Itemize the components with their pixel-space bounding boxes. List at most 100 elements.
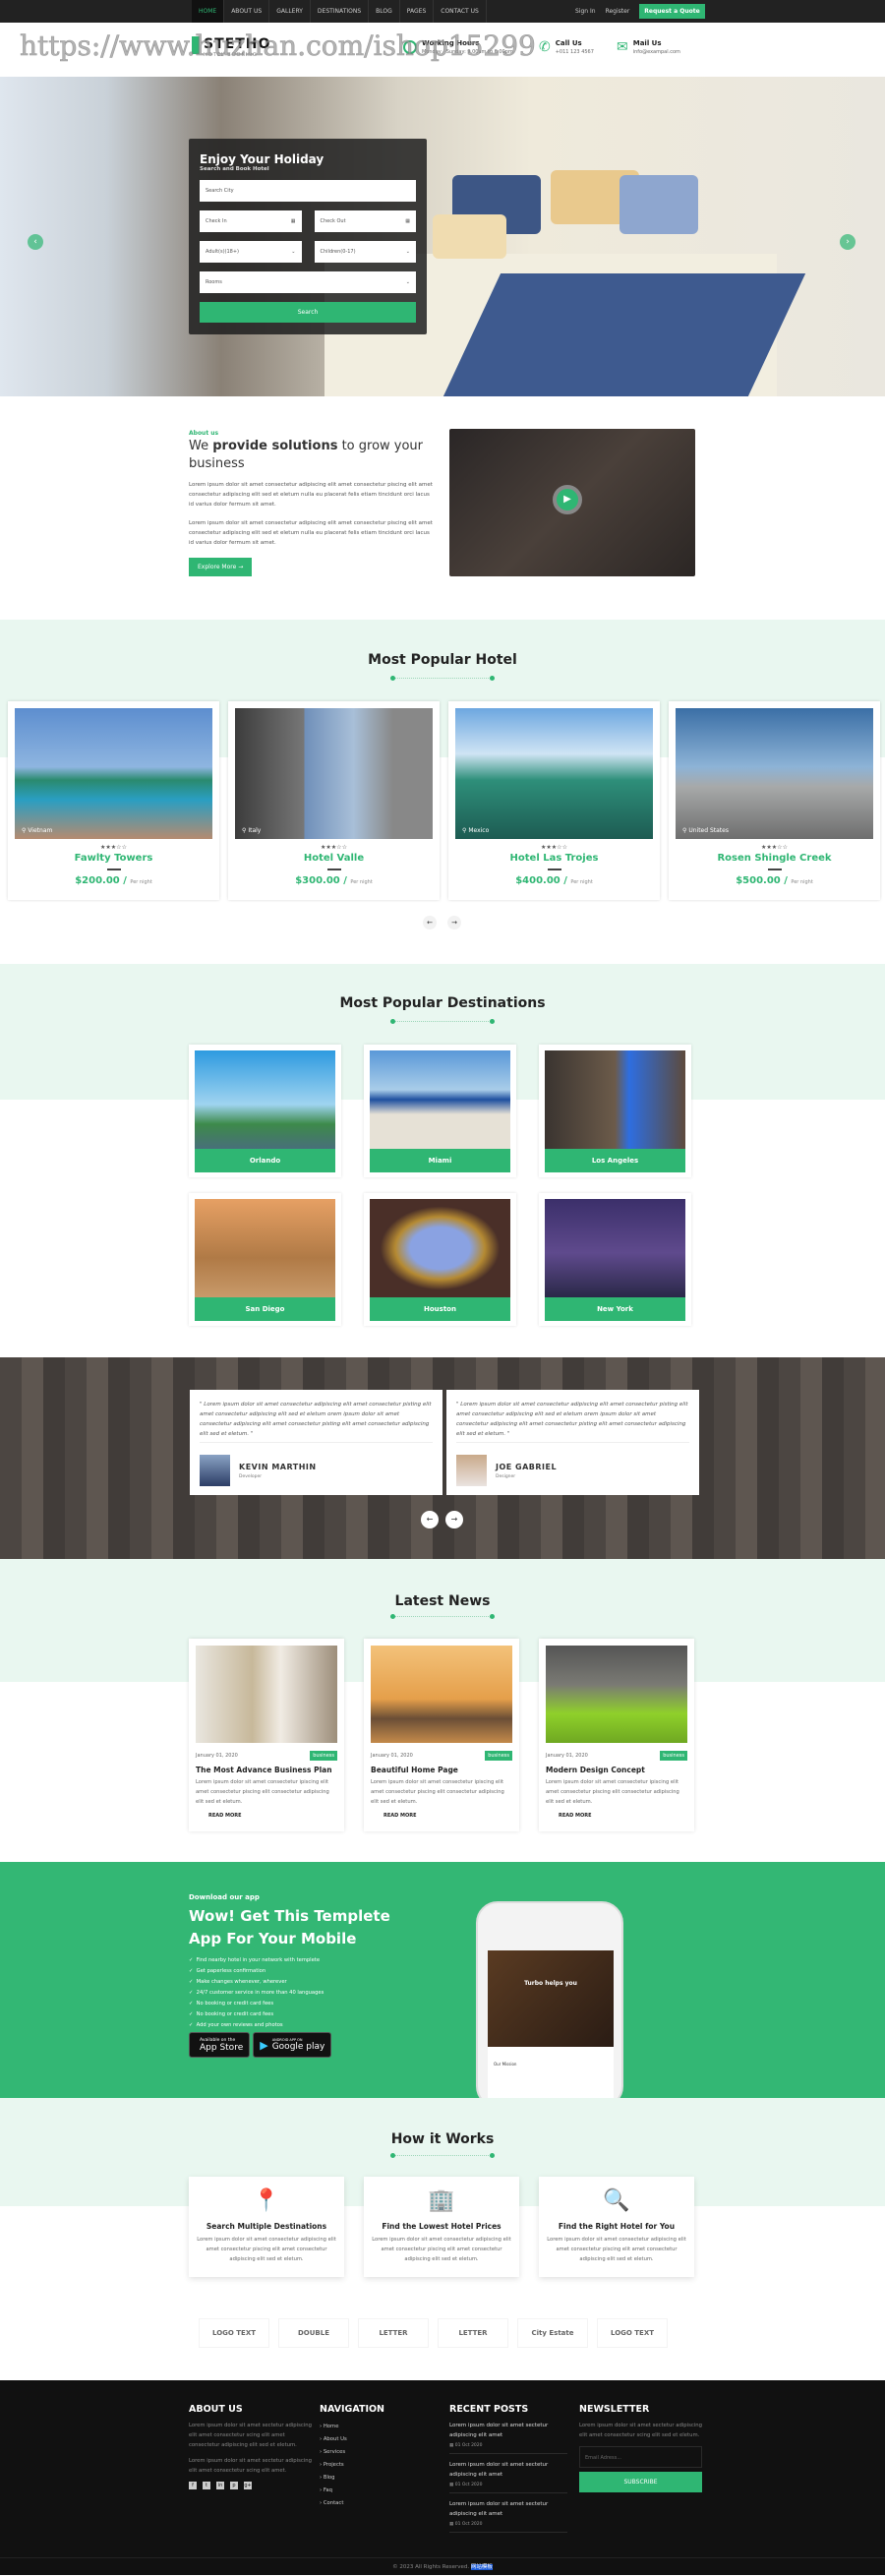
testimonial-next-arrow[interactable]: → (445, 1511, 463, 1528)
news-title[interactable]: The Most Advance Business Plan (196, 1766, 337, 1774)
app-store-button[interactable]: Available on the App Store (189, 2032, 251, 2058)
hotel-card[interactable]: ⚲ Mexico ★★★☆☆ Hotel Las Trojes $400.00 … (448, 701, 660, 900)
news-card[interactable]: January 01, 2020 business Beautiful Home P… (364, 1639, 519, 1831)
hotel-name[interactable]: Hotel Las Trojes (455, 853, 653, 864)
footer-nav-link[interactable]: › Faq (320, 2485, 442, 2497)
destination-card[interactable]: Houston (364, 1193, 516, 1326)
hotels-next-arrow[interactable]: → (447, 916, 461, 929)
map-pin-icon: ⚲ (22, 827, 27, 834)
linkedin-icon[interactable]: in (216, 2482, 224, 2489)
footer-nav-link[interactable]: › Services (320, 2446, 442, 2459)
hotel-location: Vietnam (28, 827, 53, 834)
pinterest-icon[interactable]: p (230, 2482, 238, 2489)
video-thumbnail[interactable]: ▶ (449, 429, 695, 576)
partner-logo[interactable]: LOGO TEXT (199, 2318, 269, 2348)
hotel-search-form: Enjoy Your Holiday Search and Book Hotel… (189, 139, 427, 334)
news-card[interactable]: January 01, 2020 business Modern Design Co… (539, 1639, 694, 1831)
signin-link[interactable]: Sign In (575, 8, 596, 15)
destination-name: San Diego (195, 1297, 335, 1321)
search-city-input[interactable]: Search City (200, 180, 416, 202)
footer-nav-link[interactable]: › Home (320, 2421, 442, 2433)
destination-card[interactable]: New York (539, 1193, 691, 1326)
nav-gallery[interactable]: GALLERY (269, 0, 311, 23)
google-plus-icon[interactable]: g+ (244, 2482, 252, 2489)
partner-logo[interactable]: LOGO TEXT (597, 2318, 668, 2348)
logo[interactable]: STETHO HOTEL BOOKING (192, 36, 270, 58)
copyright-link[interactable]: 网站模板 (470, 2564, 493, 2570)
testimonial-name: JOE GABRIEL (496, 1463, 558, 1471)
working-hours: Working Hours Monday - Sunday: 9.00am to … (403, 39, 513, 55)
partner-logo[interactable]: DOUBLE (278, 2318, 349, 2348)
footer-recent-posts: RECENT POSTS Lorem ipsum dolor sit amet s… (449, 2404, 567, 2539)
check-icon: ✓ (189, 2022, 194, 2028)
app-feature: ✓ Get paperless confirmation (189, 1968, 266, 1974)
google-play-button[interactable]: ▶ ANDROID APP ON Google play (253, 2032, 332, 2058)
nav-pages[interactable]: PAGES (400, 0, 435, 23)
check-icon: ✓ (189, 1968, 194, 1974)
rooms-select[interactable]: Rooms ⌄ (200, 271, 416, 293)
testimonial-prev-arrow[interactable]: ← (421, 1511, 439, 1528)
footer-nav-link[interactable]: › Blog (320, 2472, 442, 2485)
checkin-input[interactable]: Check In ▦ (200, 210, 302, 232)
twitter-icon[interactable]: t (203, 2482, 210, 2489)
read-more-link[interactable]: READ MORE (559, 1813, 687, 1819)
footer-nav-link[interactable]: › Contact (320, 2497, 442, 2510)
register-link[interactable]: Register (606, 8, 630, 15)
news-title[interactable]: Beautiful Home Page (371, 1766, 512, 1774)
read-more-link[interactable]: READ MORE (208, 1813, 337, 1819)
news-tag[interactable]: business (660, 1751, 687, 1761)
top-navbar: HOME ABOUT US GALLERY DESTINATIONS BLOG … (0, 0, 885, 23)
app-feature: ✓ 24/7 customer service in more than 40 … (189, 1990, 324, 1996)
search-button[interactable]: Search (200, 302, 416, 323)
partner-logo[interactable]: City Estate (517, 2318, 588, 2348)
partner-logos: LOGO TEXT DOUBLE LETTER LETTER City Estate LO… (199, 2318, 668, 2348)
recent-post[interactable]: Lorem ipsum dolor sit amet sectetur adip… (449, 2499, 567, 2533)
hotel-name[interactable]: Rosen Shingle Creek (676, 853, 873, 864)
destination-card[interactable]: Los Angeles (539, 1045, 691, 1177)
nav-destinations[interactable]: DESTINATIONS (311, 0, 370, 23)
play-icon[interactable]: ▶ (553, 485, 582, 514)
footer-nav-link[interactable]: › Projects (320, 2459, 442, 2472)
nav-blog[interactable]: BLOG (369, 0, 400, 23)
news-tag[interactable]: business (485, 1751, 512, 1761)
request-quote-button[interactable]: Request a Quote (639, 4, 705, 19)
nav-home[interactable]: HOME (192, 0, 225, 23)
children-select[interactable]: Children(0-17) ⌄ (314, 241, 416, 263)
news-title[interactable]: Modern Design Concept (546, 1766, 687, 1774)
slider-next-arrow[interactable]: › (840, 234, 856, 250)
app-feature: ✓ Add your own reviews and photos (189, 2022, 283, 2028)
hotels-prev-arrow[interactable]: ← (423, 916, 437, 929)
recent-post[interactable]: Lorem ipsum dolor sit amet sectetur adip… (449, 2460, 567, 2493)
slider-prev-arrow[interactable]: ‹ (28, 234, 43, 250)
nav-contact[interactable]: CONTACT US (434, 0, 487, 23)
call-text: +011 123 4567 (555, 49, 594, 55)
newsletter-email-input[interactable]: Email Adress... (579, 2446, 702, 2468)
hotel-name[interactable]: Fawlty Towers (15, 853, 212, 864)
destination-card[interactable]: San Diego (189, 1193, 341, 1326)
footer-nav-link[interactable]: › About Us (320, 2433, 442, 2446)
news-card[interactable]: January 01, 2020 business The Most Advance… (189, 1639, 344, 1831)
hotel-card[interactable]: ⚲ United States ★★★☆☆ Rosen Shingle Cree… (669, 701, 880, 900)
hotel-card[interactable]: ⚲ Vietnam ★★★☆☆ Fawlty Towers $200.00 / … (8, 701, 219, 900)
partner-logo[interactable]: LETTER (358, 2318, 429, 2348)
partner-logo[interactable]: LETTER (438, 2318, 508, 2348)
call-title: Call Us (555, 39, 582, 47)
destination-card[interactable]: Orlando (189, 1045, 341, 1177)
explore-more-button[interactable]: Explore More → (189, 558, 253, 576)
phone-mockup: Turbo helps you Our Mission (476, 1901, 623, 2110)
phone-mission: Our Mission (494, 2062, 517, 2067)
destination-card[interactable]: Miami (364, 1045, 516, 1177)
hotel-name[interactable]: Hotel Valle (235, 853, 433, 864)
recent-post[interactable]: Lorem ipsum dolor sit amet sectetur adip… (449, 2421, 567, 2454)
checkout-input[interactable]: Check Out ▦ (314, 210, 416, 232)
subscribe-button[interactable]: SUBSCRIBE (579, 2472, 702, 2492)
adults-select[interactable]: Adult(s)(18+) ⌄ (200, 241, 302, 263)
news-tag[interactable]: business (310, 1751, 337, 1761)
destination-name: Miami (370, 1149, 510, 1172)
read-more-link[interactable]: READ MORE (384, 1813, 512, 1819)
call-us: ✆ Call Us +011 123 4567 (539, 39, 594, 55)
about-paragraph-1: Lorem ipsum dolor sit amet consectetur a… (189, 482, 433, 508)
hotel-card[interactable]: ⚲ Italy ★★★☆☆ Hotel Valle $300.00 / Per … (228, 701, 440, 900)
nav-about[interactable]: ABOUT US (224, 0, 270, 23)
facebook-icon[interactable]: f (189, 2482, 197, 2489)
